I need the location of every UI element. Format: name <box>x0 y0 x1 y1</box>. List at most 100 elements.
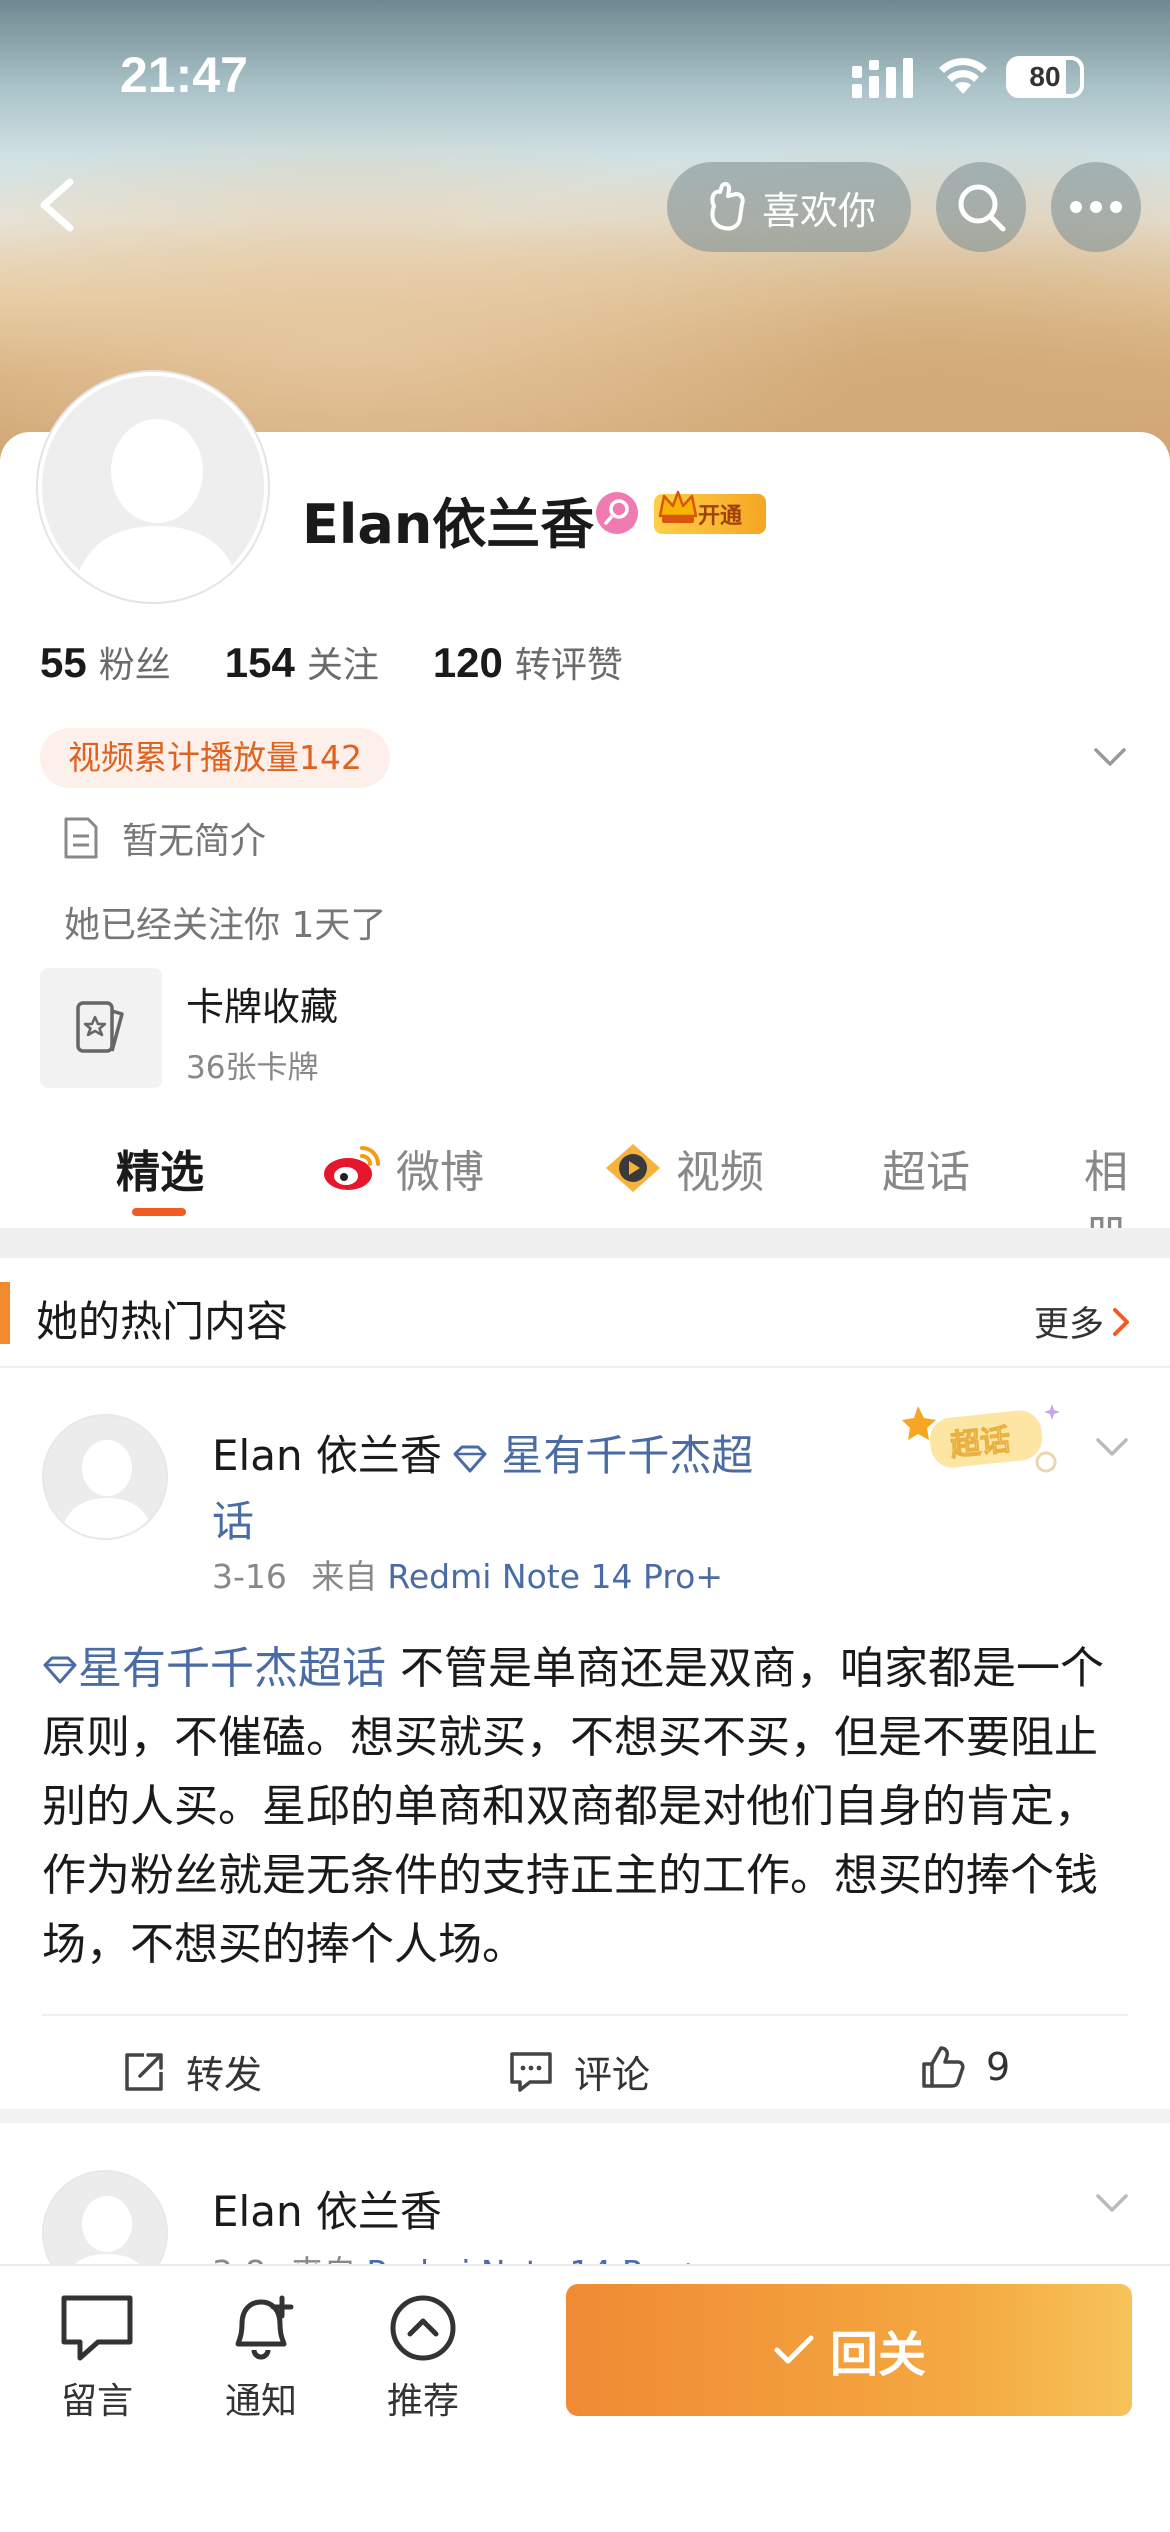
cellular-signal-icon <box>852 58 913 98</box>
chevron-down-icon[interactable] <box>1090 740 1130 774</box>
post-author-avatar[interactable] <box>42 1414 168 1540</box>
video-plays-tag[interactable]: 视频累计播放量142 <box>40 728 390 788</box>
like-hand-icon <box>710 182 745 231</box>
notify-label: 通知 <box>224 2381 297 2422</box>
tab-featured-label: 精选 <box>116 1147 204 1198</box>
document-icon <box>64 817 98 859</box>
post-body-topic[interactable]: 星有千千杰超话 <box>78 1643 386 1694</box>
search-icon <box>958 184 1006 232</box>
section-divider <box>0 1228 1170 1258</box>
diamond-icon <box>453 1445 487 1472</box>
video-play-icon <box>606 1144 660 1192</box>
post-from-label: 来自 <box>311 1557 378 1596</box>
tab-video[interactable]: 视频 <box>602 1136 764 1200</box>
tab-weibo-label: 微博 <box>396 1147 484 1198</box>
back-arrow-icon[interactable] <box>28 170 84 240</box>
active-tab-indicator <box>132 1208 186 1216</box>
profile-tabs: 精选 微博 视频 超话 相册 <box>0 1120 1170 1262</box>
followers-label: 粉丝 <box>98 645 171 686</box>
female-gender-icon <box>596 492 638 534</box>
card-collection-count: 36张卡牌 <box>186 1050 319 1086</box>
default-avatar-icon <box>44 1416 166 1538</box>
profile-stats: 55 粉丝 154 关注 120 转评赞 <box>40 636 623 688</box>
tab-supertopic[interactable]: 超话 <box>882 1136 970 1200</box>
more-dots-icon <box>1070 201 1122 213</box>
tab-supertopic-label: 超话 <box>882 1147 970 1198</box>
hot-content-title: 她的热门内容 <box>36 1297 289 1346</box>
message-button[interactable]: 留言 <box>32 2292 162 2424</box>
like-button[interactable]: 9 <box>920 2044 1010 2090</box>
bottom-action-bar: 留言 通知 推荐 回关 <box>0 2264 1170 2532</box>
repost-icon <box>125 2052 163 2091</box>
followers-count: 55 <box>40 639 87 686</box>
following-count: 154 <box>224 639 295 686</box>
comment-icon <box>510 2051 552 2092</box>
repost-button[interactable]: 转发 <box>122 2044 262 2099</box>
search-button[interactable] <box>936 162 1026 252</box>
post-body: 星有千千杰超话 不管是单商还是双商，咱家都是一个原则，不催磕。想买就买，不想买不… <box>42 1634 1132 1979</box>
recommend-label: 推荐 <box>386 2381 459 2422</box>
chevron-right-icon <box>1113 1307 1130 1336</box>
post-actions: 转发 评论 9 <box>42 2014 1128 2114</box>
status-time: 21:47 <box>120 47 248 103</box>
post-author-name[interactable]: Elan 依兰香 <box>212 1422 442 1483</box>
bell-add-icon <box>235 2295 294 2360</box>
more-options-button[interactable] <box>1051 162 1141 252</box>
card-collection-icon-box[interactable] <box>40 968 162 1088</box>
section-accent-bar <box>0 1282 10 1344</box>
weibo-logo-icon <box>324 1146 380 1190</box>
hot-content-header: 她的热门内容 更多 <box>0 1258 1170 1368</box>
engagement-stat[interactable]: 120 转评赞 <box>433 636 623 688</box>
crown-icon <box>658 490 698 523</box>
vip-open-label: 开通 <box>698 504 743 529</box>
post2-author-name[interactable]: Elan 依兰香 <box>212 2178 442 2239</box>
message-bubble-icon <box>61 2295 133 2361</box>
tab-featured[interactable]: 精选 <box>116 1136 204 1200</box>
repost-label: 转发 <box>186 2053 263 2097</box>
wifi-icon <box>939 58 987 94</box>
like-you-label: 喜欢你 <box>761 188 876 233</box>
chevron-down-icon[interactable] <box>1092 2186 1132 2220</box>
comment-button[interactable]: 评论 <box>508 2044 650 2099</box>
battery-indicator: 80 <box>1006 56 1084 98</box>
chevron-down-icon[interactable] <box>1092 1430 1132 1464</box>
post-source-device[interactable]: Redmi Note 14 Pro+ <box>387 1557 723 1596</box>
follow-back-button[interactable]: 回关 <box>566 2284 1132 2416</box>
supertopic-badge-icon: 超话 <box>902 1404 1060 1473</box>
checkmark-icon <box>774 2335 814 2364</box>
like-you-button[interactable]: 喜欢你 <box>667 162 911 252</box>
post-topic-line2[interactable]: 话 <box>212 1488 254 1549</box>
more-label: 更多 <box>1034 1305 1105 1345</box>
more-link[interactable]: 更多 <box>1034 1296 1132 1347</box>
profile-avatar[interactable] <box>38 372 268 602</box>
like-count: 9 <box>986 2045 1011 2089</box>
comment-label: 评论 <box>574 2053 651 2097</box>
followers-stat[interactable]: 55 粉丝 <box>40 636 171 688</box>
follow-duration-note: 她已经关注你 1天了 <box>64 905 387 946</box>
tab-weibo[interactable]: 微博 <box>322 1136 484 1200</box>
bio-row: 暂无简介 <box>62 812 266 864</box>
thumbs-up-icon <box>922 2046 965 2088</box>
post-date: 3-16 <box>212 1557 287 1596</box>
profile-page: 21:47 80 喜欢你 Elan依兰香 开通 55 粉丝 154 关注 120… <box>0 0 1170 2532</box>
following-label: 关注 <box>306 645 379 686</box>
follow-back-label: 回关 <box>829 2327 926 2383</box>
recommend-button[interactable]: 推荐 <box>358 2292 488 2424</box>
message-label: 留言 <box>60 2381 133 2422</box>
tab-video-label: 视频 <box>676 1147 764 1198</box>
post-card[interactable]: Elan 依兰香 星有千千杰超 话 3-16 来自 Redmi Note 14 P… <box>0 1368 1170 2123</box>
following-stat[interactable]: 154 关注 <box>225 636 379 688</box>
chevron-up-circle-icon <box>390 2295 456 2361</box>
profile-username: Elan依兰香 <box>302 493 595 556</box>
supertopic-badge-text: 超话 <box>949 1423 1012 1464</box>
post-topic-link[interactable]: 星有千千杰超 <box>452 1422 782 1490</box>
diamond-icon <box>43 1656 77 1684</box>
post-meta: 3-16 来自 Redmi Note 14 Pro+ <box>212 1550 723 1598</box>
engagement-label: 转评赞 <box>514 645 623 686</box>
status-bar: 21:47 80 <box>0 0 1170 150</box>
notify-button[interactable]: 通知 <box>196 2292 326 2424</box>
card-collection-title[interactable]: 卡牌收藏 <box>186 976 338 1031</box>
bio-text: 暂无简介 <box>122 821 267 862</box>
engagement-count: 120 <box>432 639 503 686</box>
card-collection-icon <box>76 1001 124 1053</box>
